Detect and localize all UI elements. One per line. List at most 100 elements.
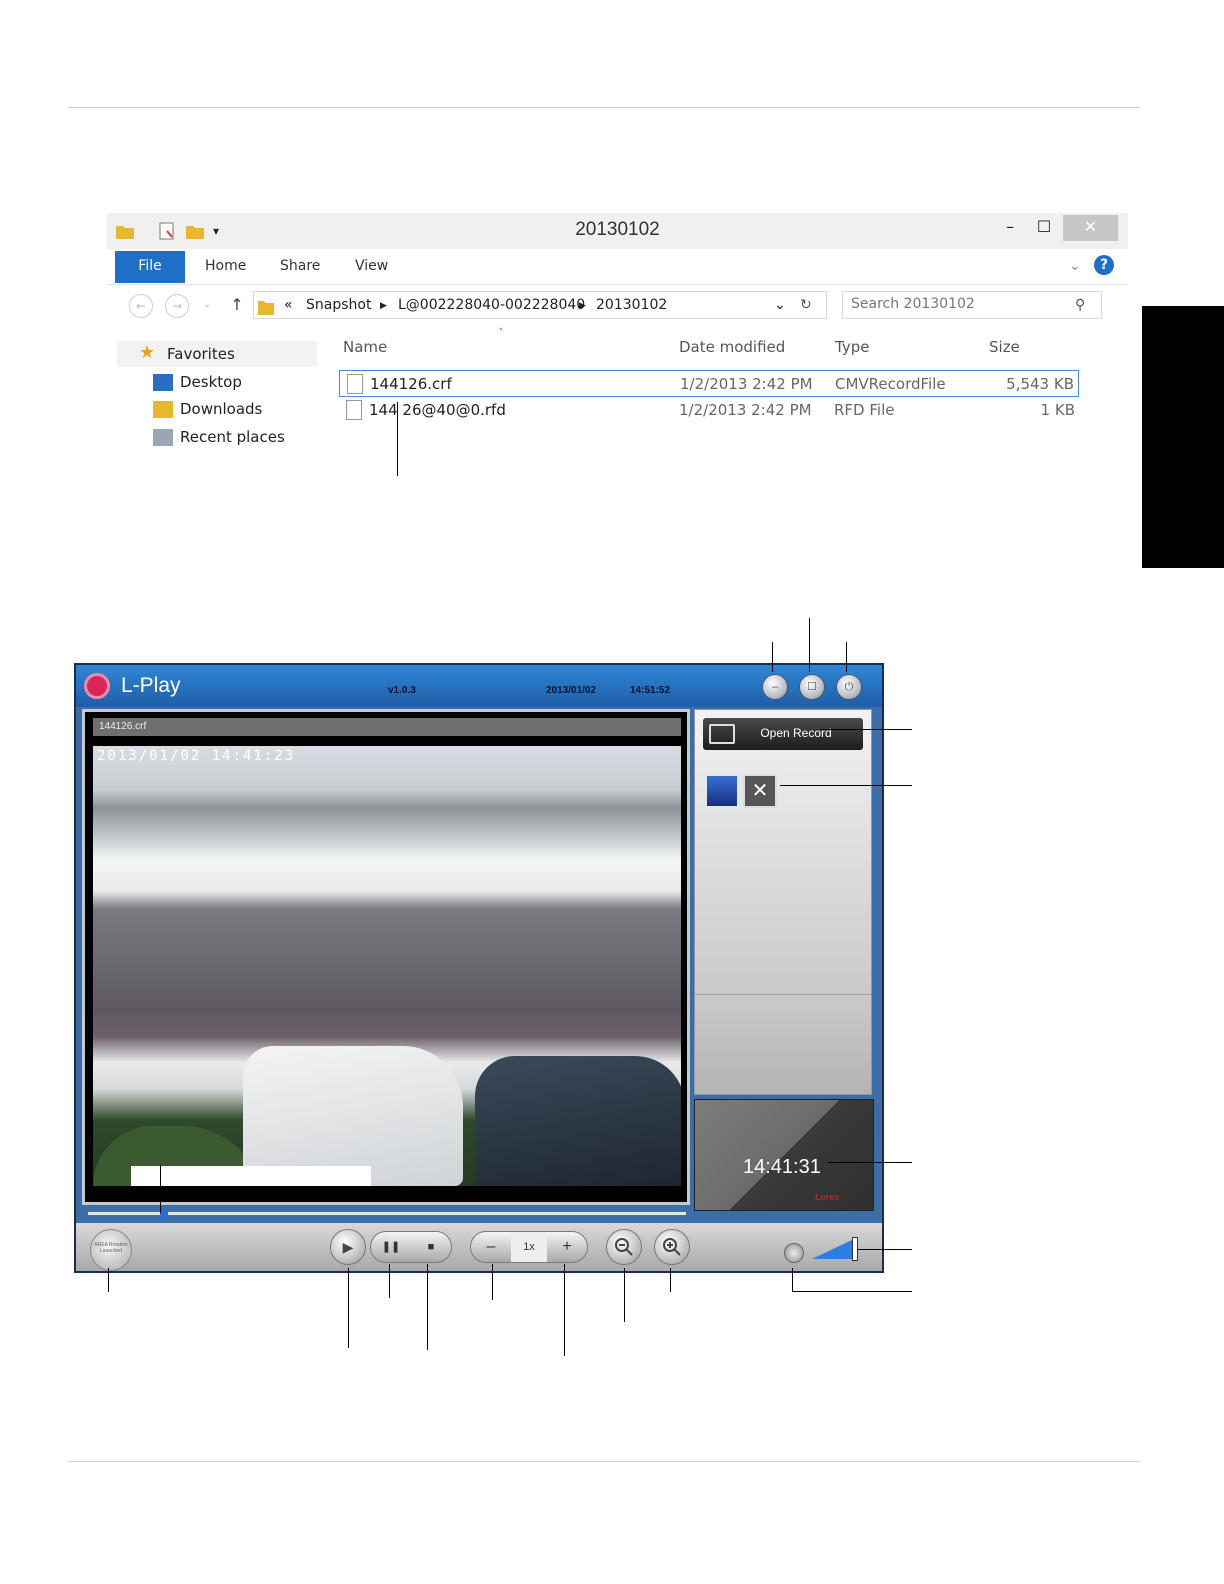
date-label: 2013/01/02 [546, 685, 597, 696]
playback-time: 14:41:31 [743, 1156, 821, 1178]
clock-panel: 14:41:31 Lorex [694, 1099, 874, 1211]
file-name-bar: 144126.crf [93, 718, 681, 736]
zoom-in-button[interactable] [654, 1229, 690, 1265]
section-tab [1142, 306, 1224, 568]
lplay-header: L-Play v1.0.3 2013/01/02 14:51:52 – ☐ ⏻ [76, 665, 882, 707]
video-white-car [243, 1046, 463, 1186]
video-dark-car [475, 1056, 681, 1186]
breadcrumb-folder[interactable]: L@002228040-002228040 [398, 297, 585, 313]
maximize-icon[interactable]: ☐ [799, 674, 825, 700]
speed-control: – 1x + [470, 1231, 588, 1263]
sidebar-item-desktop[interactable]: Desktop [153, 373, 242, 391]
zoom-out-button[interactable] [606, 1229, 642, 1265]
breadcrumb-overflow[interactable]: « [284, 297, 293, 313]
recent-locations-icon[interactable]: ⌄ [195, 294, 219, 318]
file-icon [347, 374, 363, 394]
address-bar[interactable]: « Snapshot ▶ L@002228040-002228040 ▶ 201… [253, 291, 827, 319]
address-row: ← → ⌄ ↑ « Snapshot ▶ L@002228040-0022280… [107, 285, 1128, 325]
chevron-right-icon[interactable]: ▶ [380, 301, 387, 311]
video-viewer: 144126.crf 2013/01/02 14:41:23 [82, 709, 690, 1205]
pause-button[interactable]: ❚❚ [371, 1232, 411, 1262]
column-size[interactable]: Size [989, 338, 1020, 356]
sidebar-item-downloads[interactable]: Downloads [153, 400, 262, 418]
column-type[interactable]: Type [835, 338, 869, 356]
search-box[interactable]: ⚲ [842, 291, 1102, 319]
navigation-pane: ★ Favorites Desktop Downloads Recent pla… [107, 325, 322, 473]
lock-button[interactable]: AREA Rotation Launched [90, 1229, 132, 1271]
sidebar-item-recent-places[interactable]: Recent places [153, 428, 285, 446]
control-panel: Open Record ✕ [694, 709, 872, 1095]
seek-handle[interactable] [160, 1208, 168, 1220]
lplay-window: L-Play v1.0.3 2013/01/02 14:51:52 – ☐ ⏻ … [74, 663, 884, 1273]
file-type: CMVRecordFile [835, 375, 946, 393]
file-explorer-window: ▾ 20130102 – ☐ ✕ File Home Share View ⌄ … [107, 213, 1128, 473]
mute-button[interactable] [784, 1243, 804, 1263]
search-icon[interactable]: ⚲ [1075, 297, 1085, 313]
minimize-icon[interactable]: – [762, 674, 788, 700]
chevron-down-icon[interactable]: ⌄ [774, 297, 786, 313]
column-name[interactable]: Name [343, 338, 387, 356]
desktop-icon [153, 374, 173, 391]
file-date: 1/2/2013 2:42 PM [679, 401, 812, 419]
file-size: 5,543 KB [1006, 375, 1074, 393]
search-input[interactable] [851, 296, 1061, 312]
tab-home[interactable]: Home [205, 258, 246, 274]
tab-file[interactable]: File [115, 251, 185, 283]
version-label: v1.0.3 [388, 685, 416, 696]
favorites-label: Favorites [167, 345, 235, 363]
callout-line [108, 1268, 109, 1292]
callout-line [809, 618, 810, 672]
volume-slider[interactable] [812, 1239, 854, 1259]
fullscreen-icon[interactable]: ✕ [743, 774, 777, 808]
power-icon[interactable]: ⏻ [836, 674, 862, 700]
forward-icon[interactable]: → [165, 294, 189, 318]
slow-down-button[interactable]: – [471, 1232, 511, 1262]
close-icon[interactable]: ✕ [1063, 215, 1118, 241]
title-bar: ▾ 20130102 – ☐ ✕ [107, 213, 1128, 249]
tab-view[interactable]: View [355, 258, 388, 274]
minimize-icon[interactable]: – [997, 215, 1023, 241]
tab-share[interactable]: Share [280, 258, 320, 274]
single-view-button[interactable] [705, 774, 739, 808]
column-date-modified[interactable]: Date modified [679, 338, 785, 356]
callout-line [348, 1268, 349, 1348]
video-frame[interactable]: 2013/01/02 14:41:23 [93, 746, 681, 1186]
chevron-right-icon[interactable]: ▶ [579, 301, 586, 311]
expand-ribbon-icon[interactable]: ⌄ [1069, 258, 1081, 274]
stop-button[interactable]: ■ [411, 1232, 451, 1262]
back-icon[interactable]: ← [129, 294, 153, 318]
help-icon[interactable]: ? [1094, 255, 1114, 275]
callout-line [564, 1264, 565, 1356]
lplay-logo-icon [84, 673, 110, 699]
callout-line [828, 1162, 912, 1163]
folder-icon [258, 297, 274, 315]
breadcrumb-date[interactable]: 20130102 [596, 297, 667, 313]
speed-label: 1x [511, 1232, 547, 1262]
up-icon[interactable]: ↑ [225, 294, 249, 318]
star-icon: ★ [139, 342, 156, 363]
speed-up-button[interactable]: + [547, 1232, 587, 1262]
open-record-button[interactable]: Open Record [703, 718, 863, 750]
file-icon [346, 400, 362, 420]
file-type: RFD File [834, 401, 895, 419]
refresh-icon[interactable]: ↻ [800, 297, 812, 313]
play-button[interactable]: ▶ [330, 1229, 366, 1265]
file-row[interactable]: 144 26@40@0.rfd 1/2/2013 2:42 PM RFD Fil… [339, 397, 1079, 424]
callout-line [780, 785, 912, 786]
panel-divider [695, 994, 871, 995]
favorites-header[interactable]: ★ Favorites [117, 341, 317, 367]
window-title: 20130102 [575, 219, 660, 240]
breadcrumb-snapshot[interactable]: Snapshot [306, 297, 371, 313]
video-timestamp: 2013/01/02 14:41:23 [97, 748, 296, 764]
time-label: 14:51:52 [630, 685, 671, 696]
maximize-icon[interactable]: ☐ [1031, 215, 1057, 241]
callout-line [670, 1268, 671, 1292]
sort-indicator-icon: ˄ [499, 328, 504, 338]
file-row[interactable]: 144126.crf 1/2/2013 2:42 PM CMVRecordFil… [339, 370, 1079, 397]
clapperboard-icon [709, 724, 735, 744]
recent-places-icon [153, 429, 173, 446]
callout-line [389, 1264, 390, 1298]
bottom-divider [68, 1461, 1140, 1462]
callout-line [160, 1165, 161, 1213]
seek-bar[interactable] [88, 1212, 686, 1215]
